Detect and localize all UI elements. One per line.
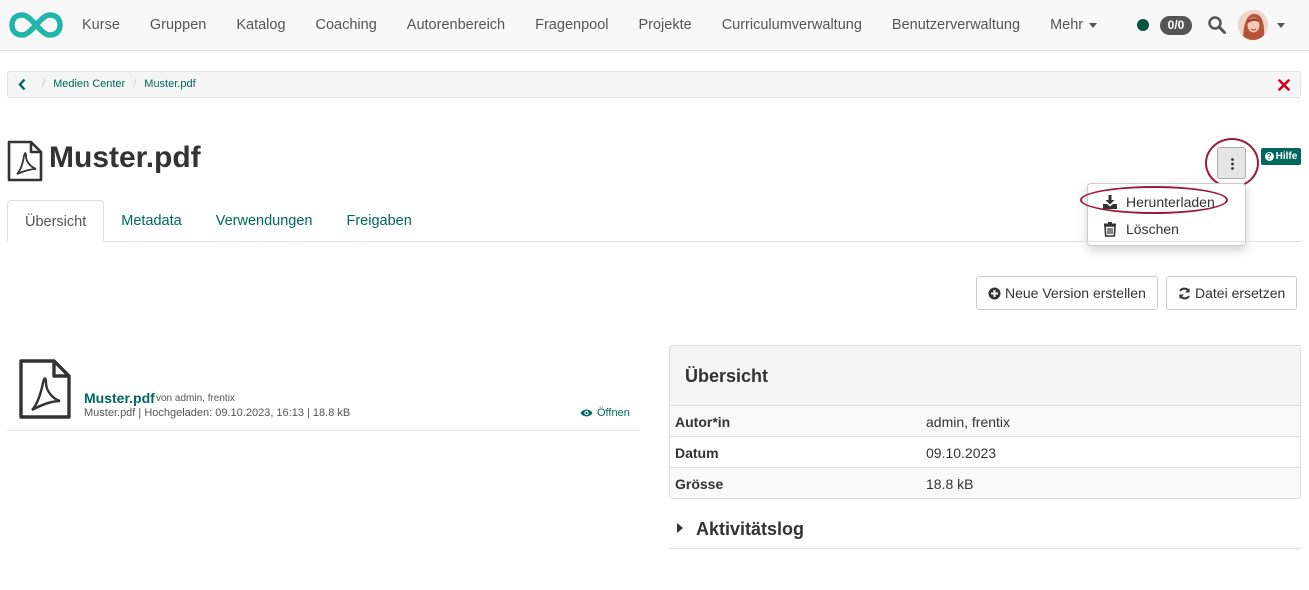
nav-item-projekte[interactable]: Projekte	[623, 0, 706, 50]
breadcrumb-trail: / Medien Center / Muster.pdf	[34, 78, 196, 90]
close-icon[interactable]	[1278, 79, 1290, 91]
nav-item-gruppen[interactable]: Gruppen	[135, 0, 221, 50]
top-navigation: Kurse Gruppen Katalog Coaching Autorenbe…	[0, 0, 1309, 51]
caret-down-icon	[1089, 22, 1098, 28]
question-circle-icon: ?	[1264, 152, 1274, 161]
nav-item-coaching[interactable]: Coaching	[301, 0, 392, 50]
help-button[interactable]: ? Hilfe	[1261, 148, 1301, 165]
overview-value: 18.8 kB	[926, 476, 974, 492]
file-meta: Muster.pdf | Hochgeladen: 09.10.2023, 16…	[84, 407, 351, 419]
nav-item-mehr[interactable]: Mehr	[1035, 0, 1112, 50]
file-list-item: Muster.pdf von admin, frentix Muster.pdf…	[7, 352, 640, 431]
pdf-file-icon	[19, 359, 71, 419]
replace-file-label: Datei ersetzen	[1195, 285, 1286, 301]
tab-verwendungen[interactable]: Verwendungen	[199, 200, 330, 242]
overview-label: Grösse	[675, 476, 724, 492]
notification-counter-badge[interactable]: 0/0	[1160, 16, 1192, 35]
plus-circle-icon	[988, 287, 1001, 299]
breadcrumb-separator: /	[42, 78, 46, 90]
file-uploader: von admin, frentix	[156, 393, 235, 404]
overview-label: Autor*in	[675, 414, 731, 430]
caret-right-icon	[677, 523, 683, 533]
open-file-link[interactable]: Öffnen	[580, 407, 630, 419]
nav-item-kurse[interactable]: Kurse	[67, 0, 135, 50]
pdf-file-icon	[7, 140, 43, 182]
overview-label: Datum	[675, 445, 719, 461]
breadcrumb-separator: /	[133, 78, 137, 90]
new-version-button[interactable]: Neue Version erstellen	[976, 276, 1158, 310]
main-menu: Kurse Gruppen Katalog Coaching Autorenbe…	[67, 0, 1112, 50]
kebab-menu-icon	[1231, 158, 1234, 170]
tab-metadata[interactable]: Metadata	[104, 200, 198, 242]
more-actions-button[interactable]	[1217, 147, 1246, 179]
user-menu-caret-icon[interactable]	[1277, 23, 1285, 28]
tab-freigaben[interactable]: Freigaben	[329, 200, 428, 242]
overview-row-author: Autor*in admin, frentix	[670, 406, 1300, 437]
tab-bar: Übersicht Metadata Verwendungen Freigabe…	[7, 200, 1301, 242]
page-title: Muster.pdf	[49, 141, 201, 174]
overview-value: 09.10.2023	[926, 445, 997, 461]
nav-mehr-label: Mehr	[1050, 17, 1084, 33]
refresh-icon	[1179, 287, 1190, 299]
breadcrumb-current-file[interactable]: Muster.pdf	[144, 78, 195, 90]
nav-item-benutzerverwaltung[interactable]: Benutzerverwaltung	[877, 0, 1035, 50]
nav-item-katalog[interactable]: Katalog	[221, 0, 300, 50]
help-label: Hilfe	[1275, 151, 1298, 162]
overview-row-size: Grösse 18.8 kB	[670, 468, 1300, 498]
nav-item-curriculumverwaltung[interactable]: Curriculumverwaltung	[707, 0, 877, 50]
replace-file-button[interactable]: Datei ersetzen	[1166, 276, 1298, 310]
breadcrumb: / Medien Center / Muster.pdf	[7, 71, 1301, 98]
overview-value: admin, frentix	[926, 414, 1011, 430]
overview-row-date: Datum 09.10.2023	[670, 437, 1300, 468]
openolat-logo[interactable]	[9, 11, 63, 39]
activity-log-toggle[interactable]: Aktivitätslog	[669, 510, 1301, 549]
avatar-portrait-icon	[1238, 10, 1268, 40]
overview-panel-title: Übersicht	[670, 346, 1300, 406]
open-file-label: Öffnen	[597, 407, 630, 419]
file-name-link[interactable]: Muster.pdf	[84, 390, 155, 406]
user-avatar[interactable]	[1238, 10, 1268, 40]
search-icon[interactable]	[1207, 15, 1227, 35]
nav-item-autorenbereich[interactable]: Autorenbereich	[392, 0, 520, 50]
activity-log-label: Aktivitätslog	[696, 519, 805, 539]
overview-panel: Übersicht Autor*in admin, frentix Datum …	[669, 345, 1301, 499]
tab-uebersicht[interactable]: Übersicht	[7, 200, 105, 242]
eye-icon	[580, 409, 593, 417]
online-status-icon[interactable]	[1137, 19, 1149, 31]
new-version-label: Neue Version erstellen	[1005, 285, 1146, 301]
chevron-left-icon[interactable]	[17, 78, 27, 91]
nav-item-fragenpool[interactable]: Fragenpool	[520, 0, 623, 50]
breadcrumb-medien-center[interactable]: Medien Center	[53, 78, 125, 90]
